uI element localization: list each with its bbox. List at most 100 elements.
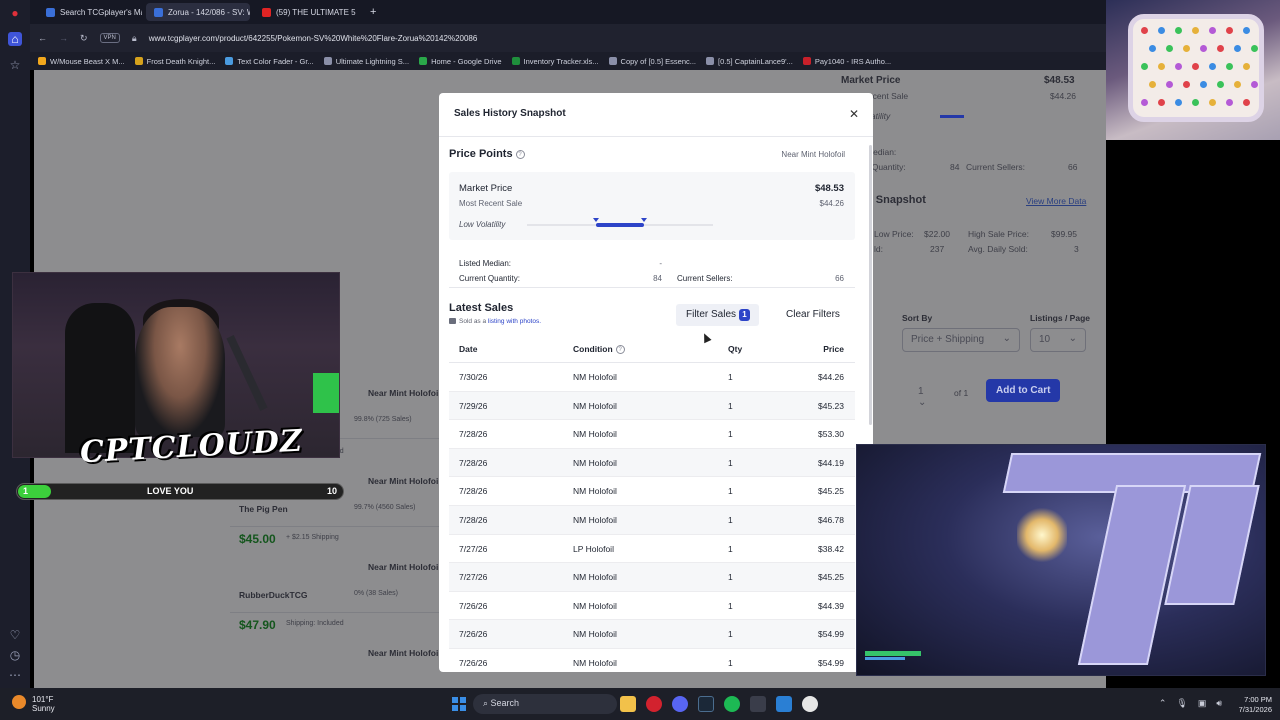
volatility-fill — [596, 223, 644, 227]
bg-listings-select[interactable]: 10 ⌄ — [1030, 328, 1086, 352]
browser-tab[interactable]: (59) THE ULTIMATE 5 IN 1... — [254, 3, 358, 21]
price-points-card: Market Price $48.53 Most Recent Sale $44… — [449, 172, 855, 240]
bg-low-price: $22.00 — [924, 229, 950, 239]
paw-print-icon — [1234, 45, 1241, 52]
spotify-icon[interactable] — [724, 696, 740, 712]
help-icon[interactable]: ? — [615, 345, 625, 355]
paw-print-icon — [1141, 99, 1148, 106]
taskbar-clock[interactable]: 7:00 PM 7/31/2026 — [1239, 695, 1272, 715]
bg-high-price: $99.95 — [1051, 229, 1077, 239]
bg-current-sellers: 66 — [1068, 162, 1078, 172]
vpn-badge[interactable]: VPN — [99, 33, 120, 43]
paw-print-icon — [1200, 45, 1207, 52]
chevron-up-icon[interactable]: ⌃ — [1159, 698, 1167, 709]
bg-view-more-link[interactable]: View More Data — [1026, 196, 1086, 206]
clear-filters-button[interactable]: Clear Filters — [780, 304, 846, 325]
bookmark-item[interactable]: Ultimate Lightning S... — [323, 57, 409, 66]
bg-add-to-cart-button[interactable]: Add to Cart — [986, 379, 1061, 402]
heart-icon[interactable]: ♡ — [8, 628, 22, 642]
modal-title: Sales History Snapshot — [454, 108, 566, 119]
cell-price: $53.30 — [818, 429, 844, 440]
taskbar-search[interactable]: ⌕ Search — [473, 694, 617, 714]
cell-condition: NM Holofoil — [573, 486, 617, 497]
opera-browser-icon[interactable] — [646, 696, 662, 712]
col-price[interactable]: Price — [823, 335, 844, 363]
bg-snapshot-title: n Snapshot — [866, 194, 926, 206]
col-date[interactable]: Date — [459, 335, 477, 363]
bookmark-item[interactable]: Text Color Fader - Gr... — [225, 57, 314, 66]
paw-print-icon — [1251, 81, 1258, 88]
browser-tab[interactable]: Zorua - 142/086 - SV: Wh... — [146, 3, 250, 21]
weather-temp: 101°F — [32, 695, 54, 704]
bookmark-item[interactable]: [0.5] CaptainLance9'... — [706, 57, 793, 66]
paw-print-icon — [1166, 45, 1173, 52]
bookmark-item[interactable]: Home - Google Drive — [419, 57, 502, 66]
mic-icon[interactable]: 🎙︎ — [1176, 698, 1187, 709]
forward-icon[interactable]: → — [59, 33, 68, 43]
bookmark-favicon-icon — [706, 57, 715, 65]
cell-qty: 1 — [728, 543, 733, 554]
bg-listing-rating: 0% (38 Sales) — [354, 590, 398, 597]
system-tray: ⌃ 🎙︎ ▣ 🔊︎ — [1159, 698, 1222, 709]
cell-qty: 1 — [728, 629, 733, 640]
weather-widget[interactable]: 101°F Sunny — [32, 695, 55, 713]
listed-median-value: - — [659, 259, 662, 268]
url-field[interactable]: www.tcgplayer.com/product/642255/Pokemon… — [149, 34, 478, 43]
filter-sales-button[interactable]: Filter Sales 1 — [676, 304, 759, 326]
more-icon[interactable]: ⋯ — [8, 668, 22, 682]
help-icon[interactable]: ? — [515, 149, 525, 159]
col-condition[interactable]: Condition? — [573, 335, 625, 363]
modal-scrollbar[interactable] — [869, 145, 872, 425]
volume-icon[interactable]: 🔊︎ — [1216, 698, 1222, 709]
paw-print-icon — [1175, 27, 1182, 34]
bg-market-price-label: Market Price — [841, 75, 901, 86]
bg-listing-condition: Near Mint Holofoil — [368, 562, 441, 572]
steam-icon[interactable] — [698, 696, 714, 712]
cell-qty: 1 — [728, 514, 733, 525]
opera-logo-icon[interactable]: ● — [8, 6, 22, 20]
bg-qty-select[interactable]: 1 ⌄ — [910, 381, 942, 408]
discord-icon[interactable] — [672, 696, 688, 712]
bookmark-item[interactable]: Inventory Tracker.xls... — [511, 57, 599, 66]
cell-qty: 1 — [728, 429, 733, 440]
bookmark-item[interactable]: W/Mouse Beast X M... — [38, 57, 125, 66]
bookmark-item[interactable]: Copy of [0.5] Essenc... — [608, 57, 696, 66]
home-icon[interactable]: ⌂ — [8, 32, 22, 46]
sold-note-prefix: Sold as a — [459, 318, 488, 325]
bookmark-item[interactable]: Pay1040 - IRS Autho... — [802, 57, 891, 66]
new-tab-button[interactable]: + — [362, 3, 384, 21]
windows-start-icon[interactable] — [452, 697, 466, 711]
paw-print-icon — [1209, 63, 1216, 70]
bookmark-favicon-icon — [38, 57, 46, 65]
history-icon[interactable]: ◷ — [8, 648, 22, 662]
vscode-icon[interactable] — [776, 696, 792, 712]
browser-tab[interactable]: Search TCGplayer's Mass... — [38, 3, 142, 21]
pin-icon[interactable]: ☆ — [8, 58, 22, 72]
bookmark-item[interactable]: Frost Death Knight... — [134, 57, 215, 66]
file-explorer-icon[interactable] — [620, 696, 636, 712]
pillow-image — [1128, 14, 1264, 122]
goal-end: 10 — [326, 486, 337, 496]
bg-listing-seller: RubberDuckTCG — [239, 590, 308, 600]
chrome-icon[interactable] — [802, 696, 818, 712]
close-icon[interactable]: ✕ — [849, 107, 859, 121]
network-icon[interactable]: ▣ — [1198, 698, 1207, 709]
bg-listing-condition: Near Mint Holofoil — [368, 648, 441, 658]
back-icon[interactable]: ← — [38, 33, 47, 43]
bg-current-sellers-label: Current Sellers: — [966, 162, 1026, 172]
cell-condition: NM Holofoil — [573, 572, 617, 583]
game-shield-bar — [865, 657, 905, 660]
paw-print-icon — [1183, 81, 1190, 88]
bg-sold-label: ld: — [874, 244, 883, 254]
listing-with-photos-link[interactable]: listing with photos. — [488, 318, 541, 325]
streamer-figure — [135, 307, 225, 437]
reload-icon[interactable]: ↻ — [80, 33, 88, 44]
sun-icon[interactable] — [12, 695, 26, 709]
bookmark-label: W/Mouse Beast X M... — [50, 56, 125, 66]
app-icon[interactable] — [750, 696, 766, 712]
filter-sales-label: Filter Sales — [686, 309, 737, 320]
bg-daily-label: Avg. Daily Sold: — [968, 244, 1028, 254]
bg-sort-select[interactable]: Price + Shipping ⌄ — [902, 328, 1020, 352]
condition-label: Near Mint Holofoil — [781, 150, 845, 159]
col-qty[interactable]: Qty — [728, 335, 742, 363]
